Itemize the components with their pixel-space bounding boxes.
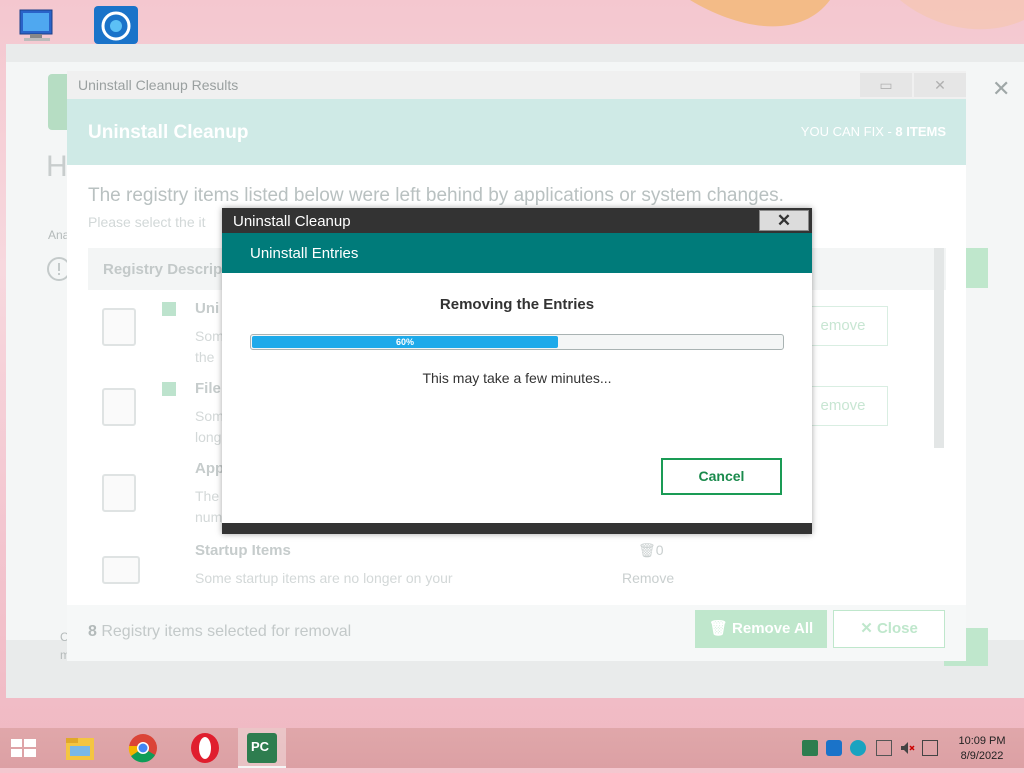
- clock-time: 10:09 PM: [958, 735, 1006, 747]
- dialog-section-title: Uninstall Entries: [250, 245, 359, 262]
- file-explorer-icon[interactable]: [56, 728, 104, 768]
- app-search-icon: [102, 474, 136, 512]
- uninstall-progress-dialog: Uninstall Cleanup ✕ Uninstall Entries Re…: [222, 208, 812, 534]
- dialog-titlebar: Uninstall Cleanup ✕: [222, 208, 812, 233]
- selected-count-label: Registry items selected for removal: [96, 623, 352, 640]
- dialog-note: This may take a few minutes...: [422, 370, 612, 386]
- remove-all-button[interactable]: 🗑 Remove All: [695, 610, 827, 648]
- row-remove-link[interactable]: Remove: [622, 570, 674, 586]
- progress-label: 60%: [395, 337, 414, 347]
- row-name: File: [195, 380, 221, 397]
- row-desc-line2: num: [195, 509, 223, 525]
- dialog-footer-bar: [222, 523, 812, 534]
- main-window-close-icon[interactable]: ✕: [992, 76, 1010, 102]
- row-desc-line1: The: [195, 488, 220, 504]
- row-desc-line2: long: [195, 429, 222, 445]
- chrome-icon[interactable]: [119, 728, 167, 768]
- volume-muted-icon[interactable]: [899, 740, 915, 756]
- remove-all-label: Remove All: [732, 620, 814, 637]
- network-star-icon[interactable]: [850, 740, 866, 756]
- results-header-title: Uninstall Cleanup: [88, 122, 249, 143]
- fix-count-label: YOU CAN FIX - 8 ITEMS: [801, 124, 946, 139]
- row-count-value: 0: [655, 542, 664, 558]
- maximize-button[interactable]: ▭: [860, 73, 912, 97]
- svg-text:PC: PC: [251, 739, 270, 754]
- selected-count-text: 8 Registry items selected for removal: [88, 623, 351, 641]
- row-checkbox[interactable]: [162, 382, 176, 396]
- pc-cleaner-icon[interactable]: PC: [238, 728, 286, 768]
- dialog-close-button[interactable]: ✕: [759, 210, 809, 231]
- row-checkbox[interactable]: [162, 302, 176, 316]
- selected-count: 8: [88, 623, 97, 640]
- row-count: 🗑0: [638, 542, 664, 558]
- taskbar-clock[interactable]: 10:09 PM 8/9/2022: [952, 734, 1012, 764]
- dialog-title: Uninstall Cleanup: [233, 213, 351, 230]
- network-icon[interactable]: [876, 740, 892, 756]
- progress-bar: 60%: [250, 334, 784, 350]
- close-label: Close: [876, 620, 918, 637]
- opera-icon[interactable]: [181, 728, 229, 768]
- results-header: Uninstall Cleanup YOU CAN FIX - 8 ITEMS: [67, 99, 966, 165]
- results-window-title: Uninstall Cleanup Results: [78, 77, 239, 93]
- startup-laptop-icon: [102, 556, 140, 584]
- results-close-button[interactable]: ✕: [914, 73, 966, 97]
- row-desc-line1: Som: [195, 408, 224, 424]
- list-item: Startup Items Some startup items are no …: [88, 536, 938, 598]
- fix-count-value: 8 ITEMS: [895, 124, 946, 139]
- row-desc-line1: Some startup items are no longer on your: [195, 570, 453, 586]
- results-sub-text: Please select the it: [88, 214, 206, 230]
- files-icon: [102, 388, 136, 426]
- security-shield-icon[interactable]: [826, 740, 842, 756]
- pc-cleaner-tray-icon[interactable]: [802, 740, 818, 756]
- document-icon: [102, 308, 136, 346]
- row-name: Startup Items: [195, 542, 291, 559]
- dialog-section-header: Uninstall Entries: [222, 233, 812, 273]
- display-icon[interactable]: [922, 740, 938, 756]
- row-name: Uni: [195, 300, 220, 317]
- list-scrollbar[interactable]: [934, 248, 944, 448]
- column-header-label: Registry Descrip: [103, 261, 223, 278]
- dialog-status-text: Removing the Entries: [439, 296, 595, 313]
- close-button[interactable]: ✕ Close: [833, 610, 945, 648]
- fix-count-prefix: YOU CAN FIX -: [800, 124, 896, 139]
- row-desc-line2: the: [195, 349, 215, 365]
- row-name: App: [195, 460, 225, 477]
- taskbar: PC 10:09 PM 8/9/2022: [0, 728, 1024, 768]
- clock-date: 8/9/2022: [960, 750, 1004, 762]
- results-footer: 8 Registry items selected for removal 🗑 …: [67, 605, 966, 661]
- results-titlebar: Uninstall Cleanup Results ▭ ✕: [67, 71, 966, 99]
- results-lead-text: The registry items listed below were lef…: [88, 185, 784, 206]
- main-page-heading: H: [46, 150, 68, 183]
- start-button[interactable]: [0, 728, 48, 768]
- cancel-button[interactable]: Cancel: [661, 458, 782, 495]
